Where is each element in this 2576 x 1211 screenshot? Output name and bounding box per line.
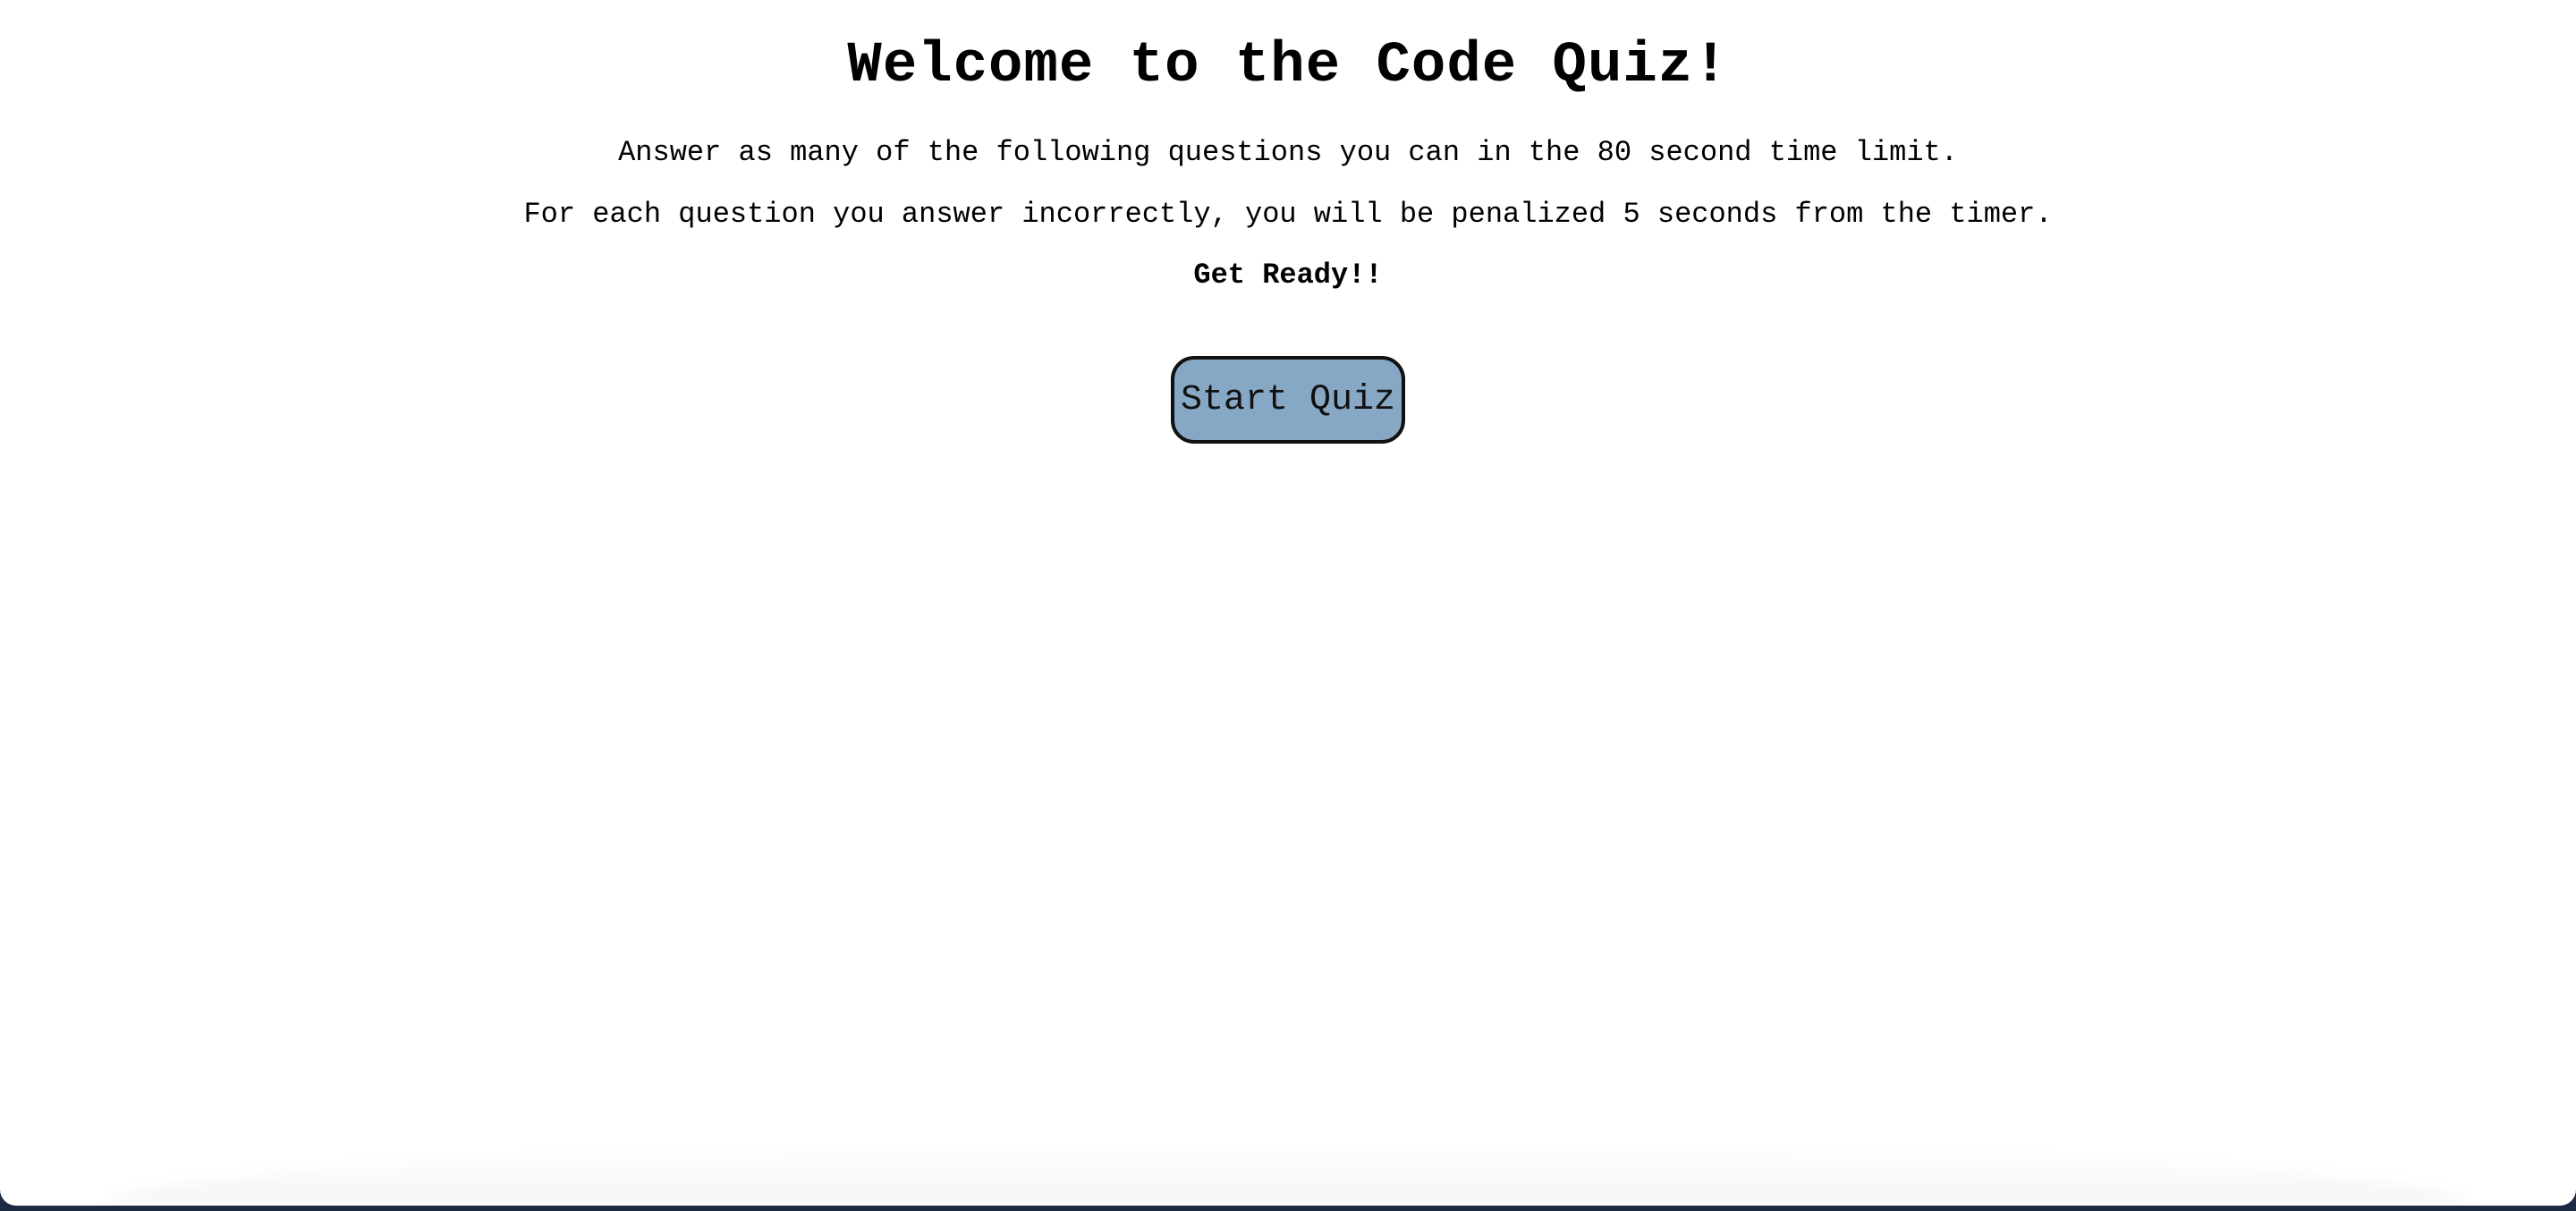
time-limit-instruction: Answer as many of the following question… bbox=[618, 136, 1958, 169]
start-quiz-button[interactable]: Start Quiz bbox=[1171, 356, 1405, 444]
bottom-shadow bbox=[107, 1143, 2469, 1206]
page-title: Welcome to the Code Quiz! bbox=[847, 34, 1729, 98]
get-ready-text: Get Ready!! bbox=[1193, 258, 1383, 292]
penalty-instruction: For each question you answer incorrectly… bbox=[523, 198, 2053, 231]
quiz-page: Welcome to the Code Quiz! Answer as many… bbox=[0, 0, 2576, 1206]
